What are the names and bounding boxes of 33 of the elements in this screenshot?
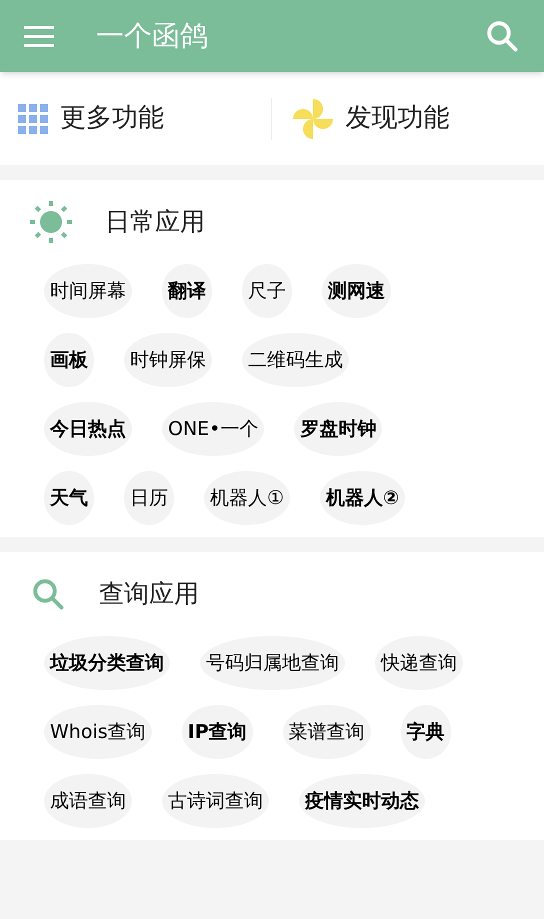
app-chip[interactable]: IP查询: [182, 705, 253, 759]
app-chip[interactable]: 机器人①: [204, 471, 290, 525]
grid-icon: [18, 104, 48, 134]
app-chip[interactable]: 号码归属地查询: [200, 636, 345, 690]
app-chip[interactable]: 字典: [400, 705, 451, 759]
menu-icon[interactable]: [24, 25, 56, 47]
app-chip[interactable]: 日历: [124, 471, 174, 525]
section-title: 查询应用: [99, 578, 199, 610]
app-chip[interactable]: 罗盘时钟: [294, 402, 382, 456]
app-chip[interactable]: 天气: [44, 471, 94, 525]
app-chip[interactable]: 尺子: [242, 264, 292, 318]
app-chip[interactable]: 成语查询: [44, 774, 132, 828]
app-title: 一个函鸽: [96, 18, 209, 54]
sun-icon: [30, 201, 72, 243]
app-chip[interactable]: 菜谱查询: [282, 705, 371, 759]
app-chip[interactable]: 翻译: [162, 264, 212, 318]
app-chip[interactable]: 画板: [44, 333, 94, 387]
pinwheel-icon: [292, 98, 334, 140]
app-chip[interactable]: 时间屏幕: [44, 264, 132, 318]
app-chip[interactable]: 快递查询: [375, 636, 463, 690]
app-chip[interactable]: 疫情实时动态: [299, 774, 425, 828]
app-chip[interactable]: ONE•一个: [162, 402, 264, 456]
section-title: 日常应用: [105, 206, 205, 238]
app-chip[interactable]: 古诗词查询: [162, 774, 269, 828]
quick-action[interactable]: 发现功能: [272, 98, 544, 140]
app-chip[interactable]: 测网速: [322, 264, 391, 318]
app-chip[interactable]: 时钟屏保: [124, 333, 212, 387]
app-chip[interactable]: 机器人②: [320, 471, 406, 525]
app-chip[interactable]: Whois查询: [44, 705, 152, 759]
quick-action[interactable]: 更多功能: [0, 98, 272, 140]
app-chip[interactable]: 今日热点: [44, 402, 132, 456]
app-chip[interactable]: 垃圾分类查询: [44, 636, 170, 690]
app-chip[interactable]: 二维码生成: [242, 333, 349, 387]
